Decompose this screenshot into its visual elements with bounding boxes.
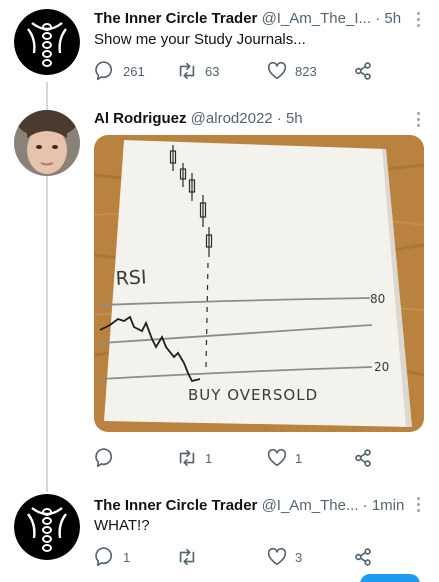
tweet-text: Show me your Study Journals... [94,31,306,48]
like-count: 1 [295,450,303,466]
share-button[interactable] [352,546,374,568]
reply-icon [95,547,113,567]
handle[interactable]: @I_Am_The... [262,497,359,514]
timestamp[interactable]: 5h [286,110,303,127]
reply-button[interactable]: 1 [94,546,130,568]
like-icon [267,448,287,467]
svg-text:RSI: RSI [115,266,147,290]
attached-photo[interactable]: RSI 80 20 BUY OVERSOLD [94,135,424,432]
retweet-icon [179,449,195,467]
retweet-button[interactable]: 1 [176,447,212,469]
separator-dot: · [362,497,368,514]
rsi-label: RSI [115,266,147,290]
display-name[interactable]: Al Rodriguez [94,110,187,127]
retweet-icon [179,62,195,80]
timestamp[interactable]: 5h [384,10,401,27]
separator-dot: · [276,110,282,127]
action-bar: 1 3 [94,546,394,568]
retweet-icon [179,548,195,566]
share-icon [355,62,371,80]
tweet-header: The Inner Circle Trader @I_Am_The_I... ·… [94,10,401,28]
tweet-header: The Inner Circle Trader @I_Am_The... · 1… [94,497,404,515]
retweet-count: 63 [205,63,220,79]
more-icon[interactable] [415,112,421,128]
display-name[interactable]: The Inner Circle Trader [94,497,257,514]
share-icon [355,548,371,566]
ict-avatar[interactable] [14,9,80,75]
share-button[interactable] [352,447,374,469]
share-icon [355,449,371,467]
like-icon [267,61,287,80]
handle[interactable]: @I_Am_The_I... [262,10,371,27]
alrod-avatar[interactable] [14,110,80,176]
timestamp[interactable]: 1min [372,497,405,514]
tweet-header: Al Rodriguez @alrod2022 · 5h [94,110,303,128]
action-bar: 261 63 823 [94,60,394,82]
like-count: 823 [295,63,317,79]
buy-oversold-label: BUY OVERSOLD [188,386,318,404]
more-icon[interactable] [415,497,421,513]
like-icon [267,547,287,566]
reply-icon [95,61,113,81]
separator-dot: · [375,10,381,27]
like-button[interactable]: 3 [266,546,302,568]
level-80-label: 80 [370,292,385,306]
action-bar: 1 1 [94,447,394,469]
retweet-button[interactable] [176,546,205,568]
like-button[interactable]: 1 [266,447,302,469]
level-20-label: 20 [374,360,389,374]
like-count: 3 [295,549,303,565]
share-button[interactable] [352,60,374,82]
retweet-count: 1 [205,450,213,466]
like-button[interactable]: 823 [266,60,317,82]
reply-button[interactable]: 261 [94,60,145,82]
reply-count: 1 [123,549,131,565]
tweet-text: WHAT!? [94,517,150,534]
compose-fab[interactable] [360,574,420,582]
handle[interactable]: @alrod2022 [191,110,273,127]
display-name[interactable]: The Inner Circle Trader [94,10,257,27]
ict-avatar[interactable] [14,494,80,560]
reply-icon [95,448,113,468]
reply-count: 261 [123,63,145,79]
reply-button[interactable] [94,447,123,469]
retweet-button[interactable]: 63 [176,60,219,82]
more-icon[interactable] [415,12,421,28]
